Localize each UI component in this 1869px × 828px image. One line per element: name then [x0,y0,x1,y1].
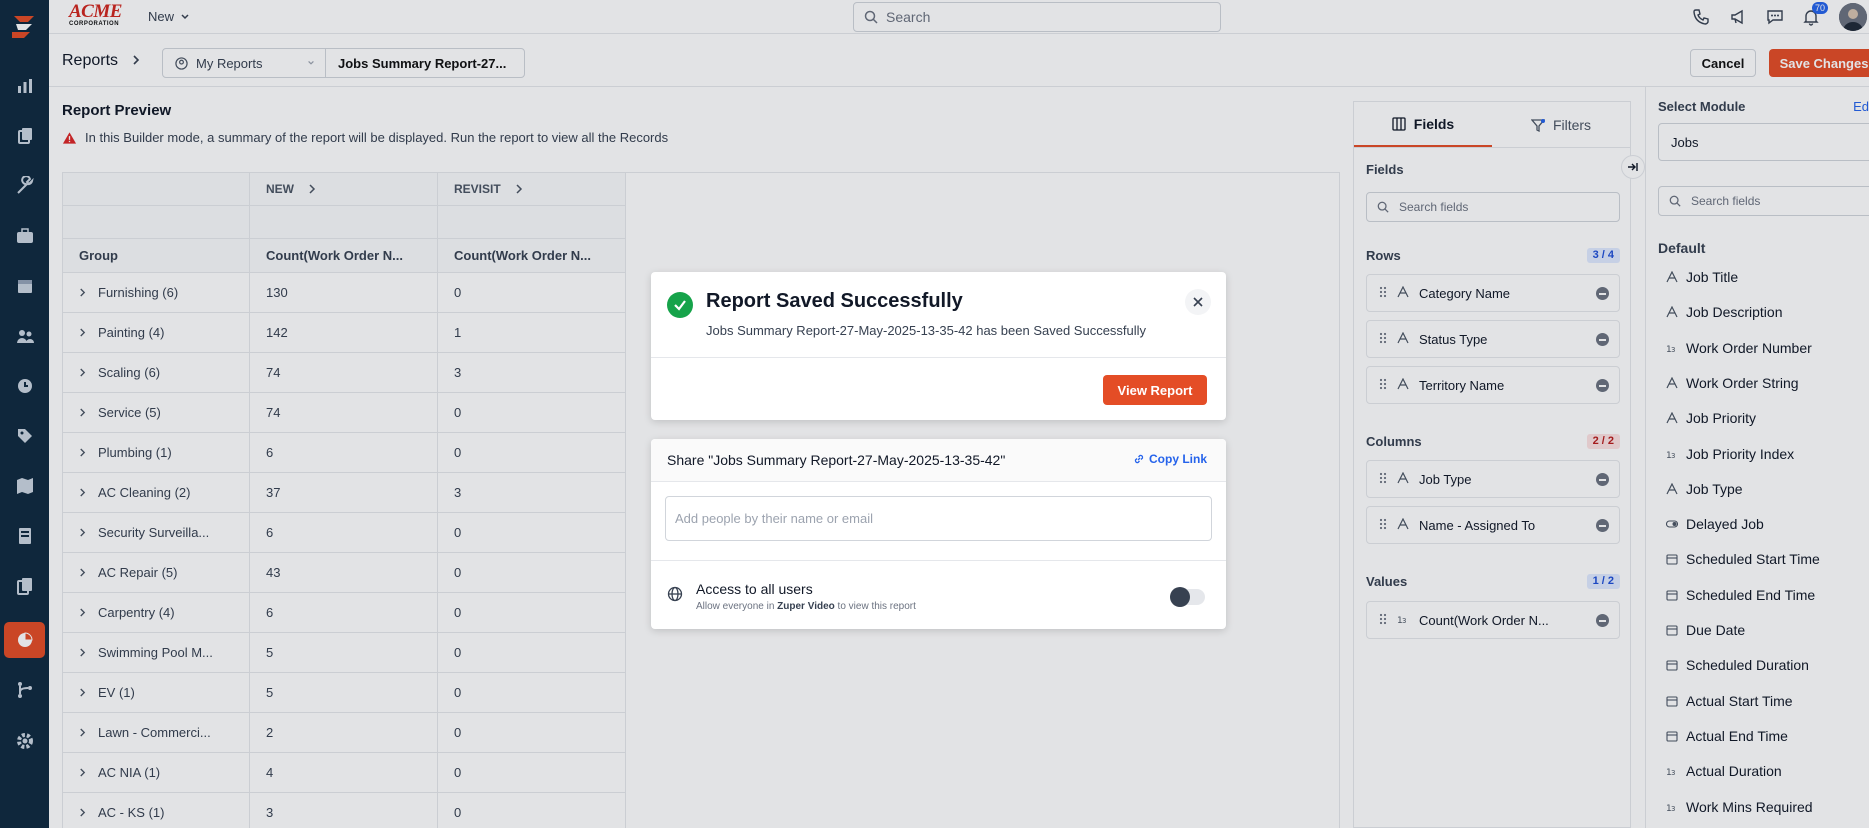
divider [651,560,1226,561]
help-suffix: to view this report [837,601,916,612]
check-circle-icon [667,292,693,318]
globe-icon [667,586,683,605]
close-icon[interactable] [1185,289,1211,315]
access-all-users-toggle[interactable] [1170,587,1205,607]
help-org: Zuper Video [777,601,835,612]
add-people-input[interactable]: Add people by their name or email [665,496,1212,541]
view-report-button[interactable]: View Report [1103,375,1207,405]
help-prefix: Allow everyone in [696,601,775,612]
add-people-placeholder: Add people by their name or email [675,511,874,526]
copy-link-label: Copy Link [1149,452,1208,466]
access-all-users-label: Access to all users [696,581,813,597]
copy-link-button[interactable]: Copy Link [1133,452,1207,466]
share-report-dialog: Share "Jobs Summary Report-27-May-2025-1… [651,439,1226,629]
share-title: Share "Jobs Summary Report-27-May-2025-1… [667,452,1006,468]
dialog-message: Jobs Summary Report-27-May-2025-13-35-42… [706,323,1147,338]
divider [651,357,1226,358]
access-help-text: Allow everyone in Zuper Video to view th… [696,601,916,612]
link-icon [1134,454,1144,464]
share-header: Share "Jobs Summary Report-27-May-2025-1… [651,439,1226,482]
dialog-title: Report Saved Successfully [706,290,963,312]
report-saved-dialog: Report Saved Successfully Jobs Summary R… [651,272,1226,420]
